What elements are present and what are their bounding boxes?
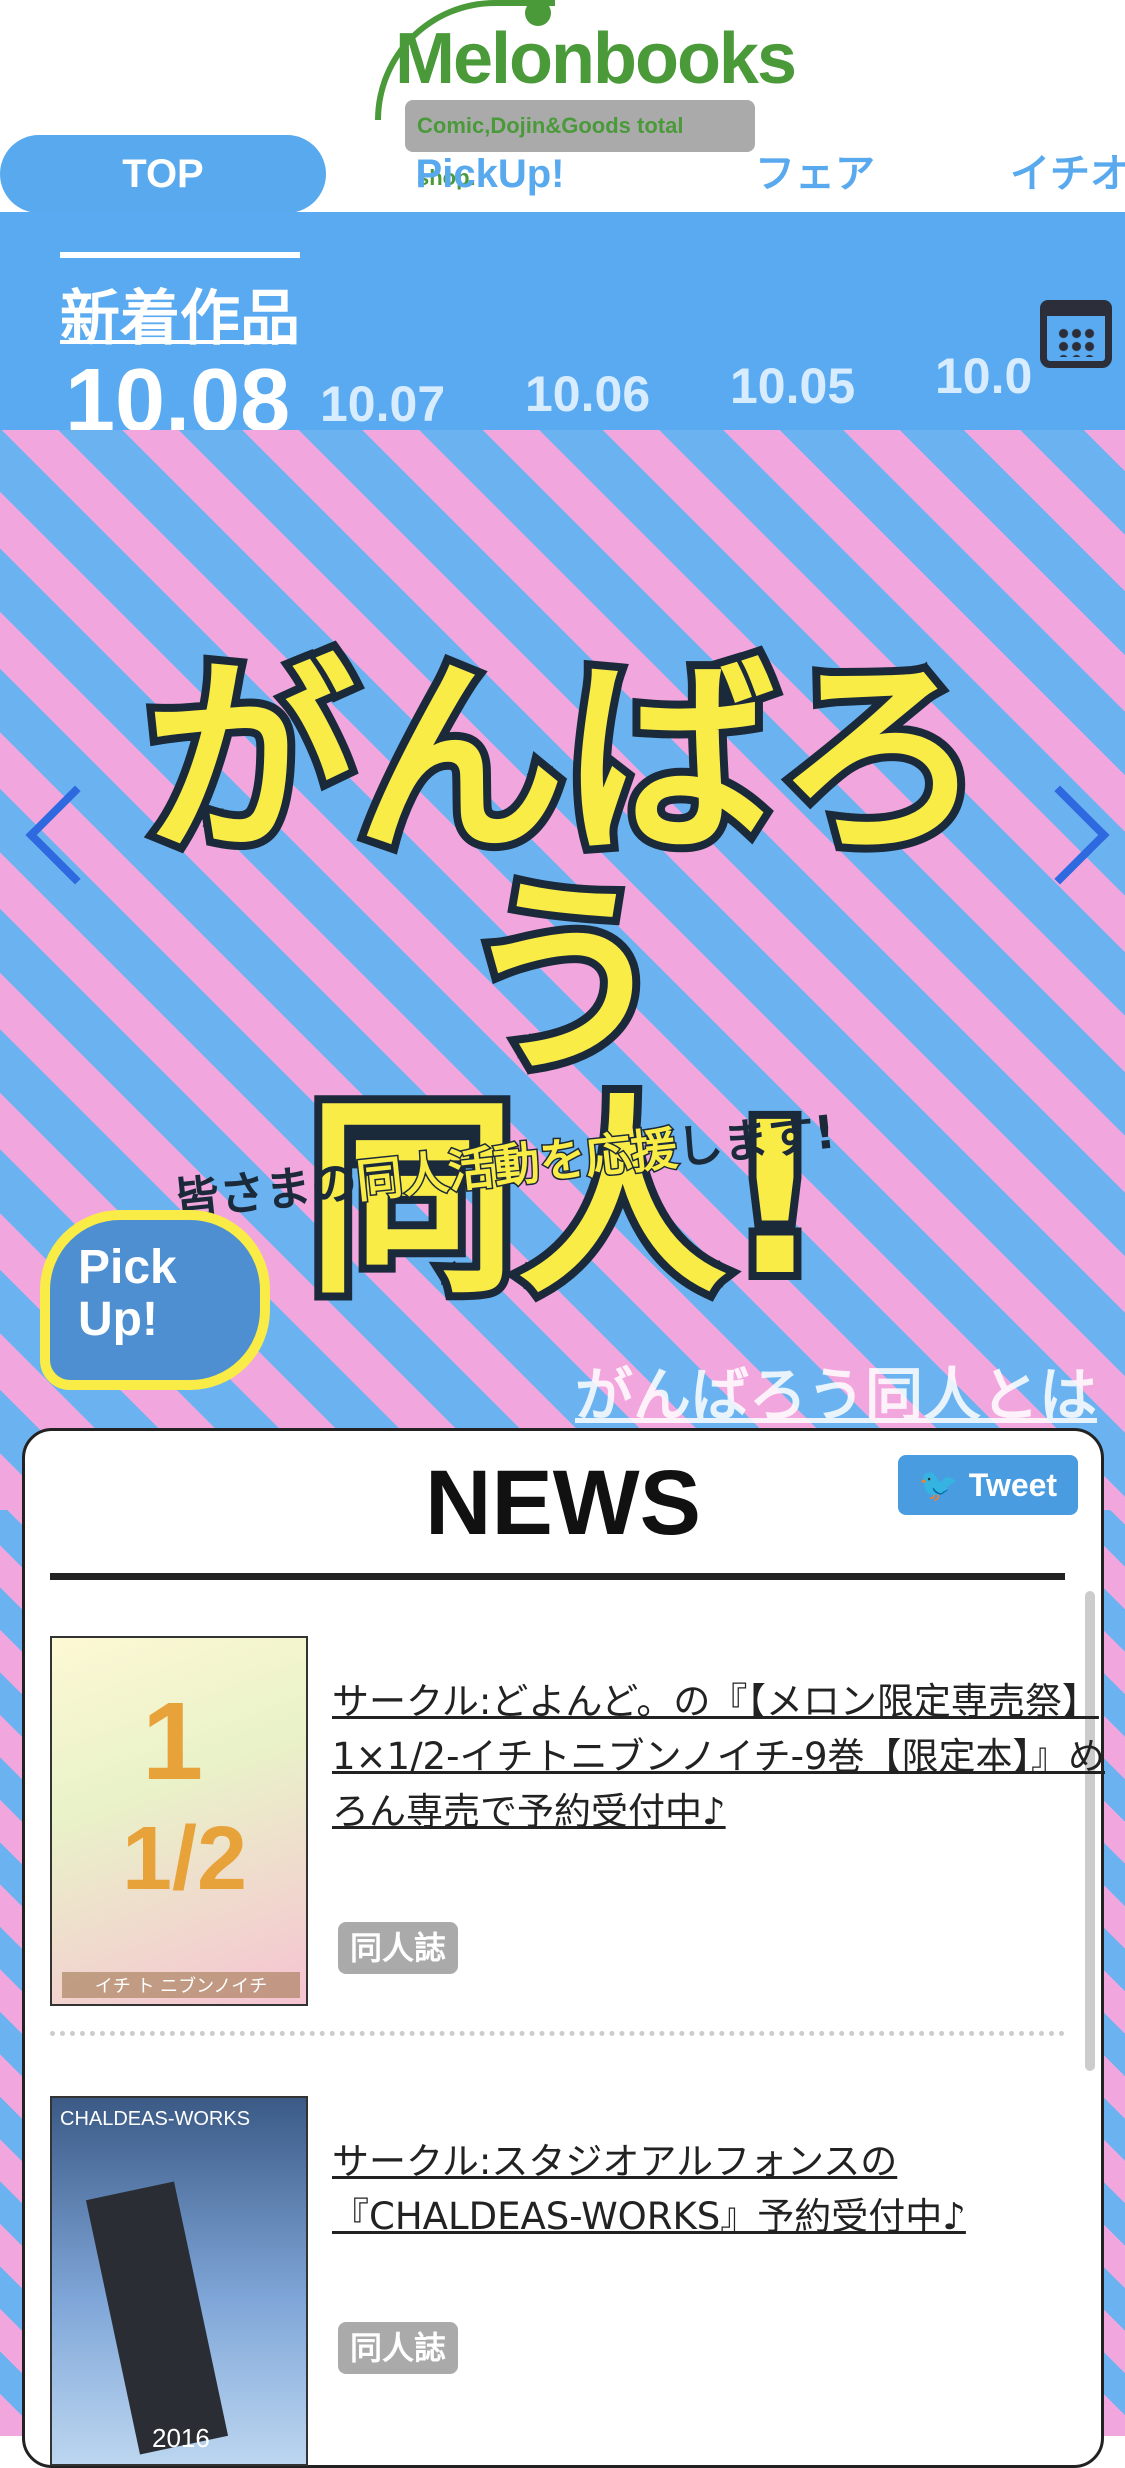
thumb-caption: CHALDEAS-WORKS — [60, 2108, 251, 2130]
logo-text: Melonbooks — [395, 19, 797, 99]
news-item-separator — [50, 2031, 1065, 2036]
news-divider — [50, 1573, 1065, 1580]
news-panel: NEWS 🐦 Tweet 1 1/2 イチ ト ニブンノイチ サークル:どよんど。… — [22, 1428, 1105, 2468]
ganbarou-doujin-banner[interactable]: がんばろう 同人! 皆さまの同人活動を応援します! Pick Up! がんばろう… — [0, 430, 1125, 1510]
tab-top[interactable]: TOP — [0, 135, 326, 213]
thumb-caption: イチ ト ニブンノイチ — [62, 1972, 300, 1998]
tweet-label: Tweet — [968, 1467, 1058, 1503]
banner-title-line1: がんばろう — [137, 637, 993, 1102]
tab-fair[interactable]: フェア — [700, 135, 930, 213]
date-tab[interactable]: 10.06 — [525, 365, 650, 423]
melonbooks-logo[interactable]: Melonbooks Comic,Dojin&Goods total shop. — [375, 0, 797, 190]
site-header: Melonbooks Comic,Dojin&Goods total shop. — [0, 0, 1125, 190]
title-underline — [60, 340, 290, 344]
pickup-badge: Pick Up! — [40, 1210, 270, 1390]
thumb-year: 2016 — [152, 2423, 210, 2453]
news-item-thumbnail[interactable]: 1 1/2 イチ ト ニブンノイチ — [50, 1636, 308, 2006]
date-tab[interactable]: 10.05 — [730, 357, 855, 415]
twitter-bird-icon: 🐦 — [918, 1467, 959, 1503]
about-ganbarou-link[interactable]: がんばろう同人とは — [575, 1348, 1097, 1432]
calendar-icon[interactable] — [1040, 300, 1112, 368]
thumb-number: 1 — [142, 1680, 204, 1803]
thumb-illustration — [85, 2181, 229, 2455]
tab-pickup[interactable]: PickUp! — [370, 135, 610, 213]
news-item-link[interactable]: サークル:スタジオアルフォンスの『CHALDEAS-WORKS』予約受付中♪ — [332, 2134, 1125, 2244]
pickup-badge-line2: Up! — [78, 1293, 158, 1346]
tab-ichioshi[interactable]: イチオ — [1010, 135, 1125, 213]
thumb-fraction: 1/2 — [122, 1809, 248, 1909]
top-nav-tabs: TOP PickUp! フェア イチオ — [0, 135, 1125, 213]
tweet-button[interactable]: 🐦 Tweet — [898, 1455, 1078, 1515]
pickup-badge-line1: Pick — [78, 1241, 177, 1294]
news-item-link[interactable]: サークル:どよんど。の『【メロン限定専売祭】1×1/2-イチトニブンノイチ-9巻… — [332, 1674, 1125, 1839]
category-tag[interactable]: 同人誌 — [338, 2322, 459, 2374]
date-tab[interactable]: 10.0 — [935, 347, 1032, 405]
news-item-thumbnail[interactable]: CHALDEAS-WORKS 2016 — [50, 2096, 308, 2466]
date-tab[interactable]: 10.07 — [320, 375, 445, 433]
category-tag[interactable]: 同人誌 — [338, 1922, 459, 1974]
